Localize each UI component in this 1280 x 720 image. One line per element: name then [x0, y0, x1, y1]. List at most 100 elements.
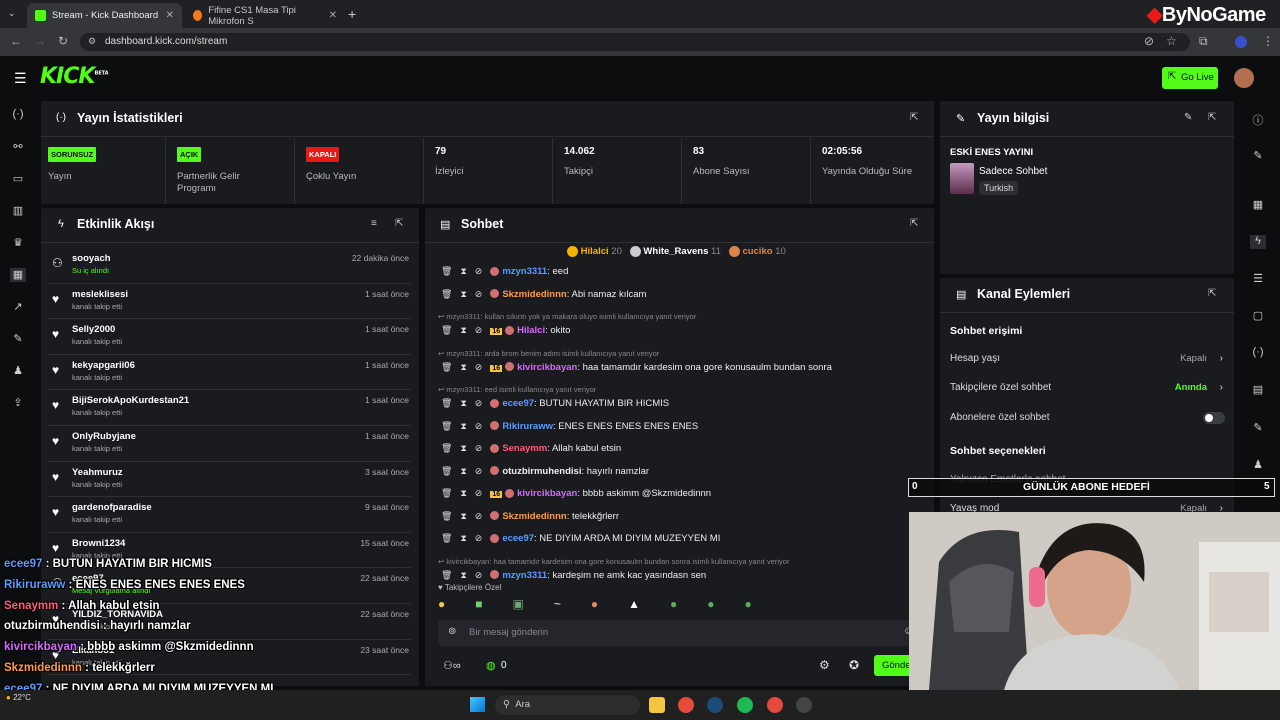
back-icon[interactable]: ←	[10, 34, 22, 48]
community-icon[interactable]: ♟	[10, 364, 26, 378]
timeout-icon[interactable]: ⧗	[460, 511, 466, 521]
timeout-icon[interactable]: ⧗	[460, 570, 466, 580]
list-icon[interactable]: ☰	[1250, 272, 1266, 286]
timeout-icon[interactable]: ⧗	[460, 266, 466, 276]
activity-username[interactable]: Selly2000	[72, 324, 115, 335]
star-icon[interactable]: ☆	[1166, 34, 1177, 48]
delete-icon[interactable]: 🗑	[441, 466, 452, 476]
delete-icon[interactable]: 🗑	[441, 398, 452, 408]
ban-icon[interactable]: ⊘	[475, 443, 483, 453]
send-button[interactable]: Gönder	[874, 655, 914, 676]
timeout-icon[interactable]: ⧗	[460, 443, 466, 453]
site-info-icon[interactable]: ⚙	[88, 36, 96, 47]
new-tab-icon[interactable]: +	[348, 6, 356, 22]
chat-icon[interactable]: ▢	[1250, 309, 1266, 323]
popout-icon[interactable]: ⇱	[910, 112, 918, 123]
chat-username[interactable]: Skzmidedinnn	[502, 289, 566, 300]
chat-username[interactable]: ecee97	[502, 533, 534, 544]
people-icon[interactable]: ♟	[1250, 458, 1266, 472]
dashboard-icon[interactable]: ▦	[10, 268, 26, 282]
bolt-icon[interactable]: ϟ	[1250, 235, 1266, 249]
hamburger-icon[interactable]: ☰	[14, 70, 27, 87]
delete-icon[interactable]: 🗑	[441, 488, 452, 498]
ban-icon[interactable]: ⊘	[475, 570, 483, 580]
kick-logo[interactable]: KICKBETA	[40, 64, 109, 89]
window-icon[interactable]: ▭	[10, 172, 26, 186]
start-icon[interactable]	[470, 697, 485, 712]
ban-icon[interactable]: ⊘	[475, 533, 483, 543]
edit-icon[interactable]: ✎	[1184, 112, 1192, 123]
timeout-icon[interactable]: ⧗	[460, 362, 466, 372]
weather-widget[interactable]: ● 22°C	[6, 693, 31, 702]
ban-icon[interactable]: ⊘	[475, 466, 483, 476]
delete-icon[interactable]: 🗑	[441, 511, 452, 521]
stream-icon[interactable]: (·)	[10, 108, 26, 122]
emote-icon[interactable]: ●	[707, 597, 744, 611]
emote-icon[interactable]: ●	[591, 597, 628, 611]
url-input[interactable]: dashboard.kick.com/stream	[80, 33, 1190, 51]
delete-icon[interactable]: 🗑	[441, 362, 452, 372]
chart-icon[interactable]: ▥	[10, 204, 26, 218]
emote-icon[interactable]: ●	[438, 597, 475, 611]
chrome-icon[interactable]	[678, 697, 694, 713]
chat-username[interactable]: Skzmidedinnn	[502, 511, 566, 522]
ban-icon[interactable]: ⊘	[475, 266, 483, 276]
chat-username[interactable]: ecee97	[502, 398, 534, 409]
ban-icon[interactable]: ⊘	[475, 398, 483, 408]
tab-kick-dashboard[interactable]: Stream - Kick Dashboard ✕	[27, 3, 182, 28]
chrome-2-icon[interactable]	[767, 697, 783, 713]
ban-icon[interactable]: ⊘	[475, 289, 483, 299]
extensions-icon[interactable]: ⧉	[1199, 34, 1208, 49]
profile-icon[interactable]	[1235, 36, 1247, 48]
delete-icon[interactable]: 🗑	[441, 325, 452, 335]
timeout-icon[interactable]: ⧗	[460, 398, 466, 408]
taskbar-search[interactable]: ⚲ Ara	[495, 695, 640, 715]
activity-username[interactable]: Browni1234	[72, 538, 125, 549]
popout-icon[interactable]: ⇱	[910, 218, 918, 229]
account-age-row[interactable]: Hesap yaşı Kapalı ›	[950, 353, 1225, 364]
chat-username[interactable]: Hilalci	[517, 325, 545, 336]
chat-username[interactable]: Rikiruraww	[502, 421, 553, 432]
activity-username[interactable]: Yeahmuruz	[72, 467, 123, 478]
menu-icon[interactable]: ⋮	[1262, 34, 1274, 48]
delete-icon[interactable]: 🗑	[441, 570, 452, 580]
link-icon[interactable]: ⚯	[10, 140, 26, 154]
ban-icon[interactable]: ⊘	[475, 511, 483, 521]
popout-icon[interactable]: ⇱	[1208, 112, 1216, 123]
avatar[interactable]	[1234, 68, 1254, 88]
close-icon[interactable]: ✕	[329, 10, 337, 21]
timeout-icon[interactable]: ⧗	[460, 466, 466, 476]
upload-icon[interactable]: ⇪	[10, 396, 26, 410]
chat-username[interactable]: otuzbirmuhendisi	[502, 466, 581, 477]
close-icon[interactable]: ✕	[166, 10, 174, 21]
timeout-icon[interactable]: ⧗	[460, 421, 466, 431]
chat-username[interactable]: kivircikbayan	[517, 362, 577, 373]
eye-off-icon[interactable]: ⊘	[1144, 34, 1154, 48]
activity-username[interactable]: mesleklisesi	[72, 289, 128, 300]
analytics-icon[interactable]: ↗	[10, 300, 26, 314]
activity-username[interactable]: sooyach	[72, 253, 111, 264]
mod-icon[interactable]: ▤	[1250, 383, 1266, 397]
trophy-icon[interactable]: ♛	[10, 236, 26, 250]
tab-list-icon[interactable]: ⌄	[8, 8, 16, 19]
popout-icon[interactable]: ⇱	[395, 218, 403, 229]
emote-icon[interactable]: ■	[475, 597, 512, 611]
delete-icon[interactable]: 🗑	[441, 289, 452, 299]
filter-icon[interactable]: ≡	[371, 218, 377, 229]
chat-username[interactable]: mzyn3311	[502, 570, 547, 581]
ban-icon[interactable]: ⊘	[475, 325, 483, 335]
wrench-icon[interactable]: ✎	[10, 332, 26, 346]
emote-icon[interactable]: ~	[554, 597, 591, 611]
timeout-icon[interactable]: ⧗	[460, 325, 466, 335]
steam-icon[interactable]	[707, 697, 723, 713]
reload-icon[interactable]: ↻	[58, 34, 68, 48]
layout-icon[interactable]: ▦	[1250, 198, 1266, 212]
followers-only-row[interactable]: Takipçilere özel sohbet Anında ›	[950, 382, 1225, 393]
forward-icon[interactable]: →	[34, 34, 46, 48]
ban-icon[interactable]: ⊘	[475, 488, 483, 498]
emote-icon[interactable]: ●	[745, 597, 782, 611]
ban-icon[interactable]: ⊘	[475, 362, 483, 372]
ban-icon[interactable]: ⊘	[475, 421, 483, 431]
activity-username[interactable]: BijiSerokApoKurdestan21	[72, 395, 189, 406]
chat-username[interactable]: mzyn3311	[502, 266, 547, 277]
